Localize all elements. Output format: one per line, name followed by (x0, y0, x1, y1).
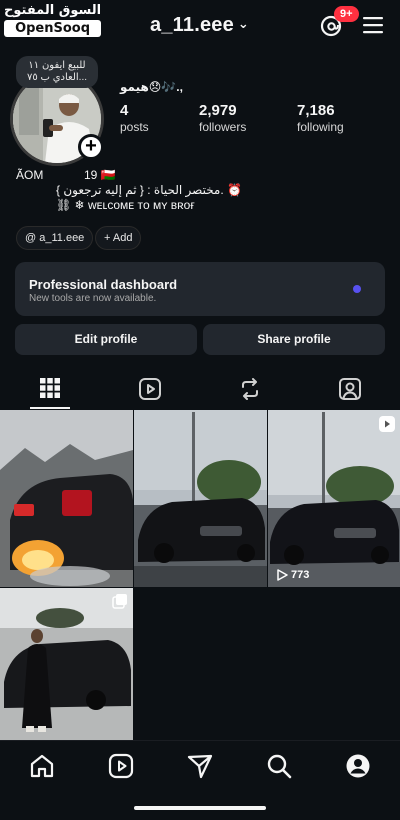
bio-line-2: مختصر الحياة : { ثم إليه ترجعون }. ⏰ (56, 183, 242, 197)
display-name: هيمو😞🎶., (120, 80, 183, 94)
bio-age: 19 🇴🇲 (84, 168, 116, 182)
account-switcher[interactable]: a_11.eee ⌄ (150, 14, 249, 37)
play-icon (277, 569, 288, 581)
dashboard-subtitle: New tools are now available. (29, 293, 157, 304)
post-image (134, 410, 267, 587)
stat-posts[interactable]: 4 posts (120, 102, 149, 134)
stat-value: 7,186 (297, 102, 335, 119)
stat-following[interactable]: 7,186 following (297, 102, 344, 134)
watermark-brand: OpenSooq (4, 20, 102, 37)
profile-tabs (0, 372, 400, 410)
professional-dashboard-card[interactable]: Professional dashboard New tools are now… (15, 262, 385, 316)
home-indicator (134, 806, 266, 810)
opensooq-watermark: السوق المفتوح OpenSooq (4, 3, 102, 37)
chip-label: Add (112, 232, 133, 244)
view-count: 773 (276, 569, 309, 581)
share-profile-button[interactable]: Share profile (203, 324, 385, 355)
send-icon[interactable] (187, 753, 213, 779)
chevron-down-icon: ⌄ (237, 16, 250, 31)
reel-indicator-icon (379, 416, 395, 432)
post-image (0, 410, 133, 587)
active-tab-indicator (30, 407, 70, 409)
stat-value: 2,979 (199, 102, 237, 119)
dashboard-title: Professional dashboard (29, 277, 178, 292)
watermark-arabic: السوق المفتوح (4, 3, 102, 18)
profile-note[interactable]: للبيع ايفون ١١ العادي ب ٧٥... (16, 56, 98, 88)
new-indicator-dot (353, 285, 361, 293)
reels-icon (139, 378, 161, 400)
threads-icon: @ (25, 232, 37, 244)
stat-value: 4 (120, 102, 129, 119)
post-thumbnail[interactable] (0, 588, 133, 740)
chip-label: a_11.eee (39, 232, 85, 244)
carousel-indicator-icon (112, 594, 127, 609)
add-story-button[interactable]: + (78, 134, 104, 160)
add-link-chip[interactable]: + Add (95, 226, 142, 250)
stat-label: followers (199, 120, 247, 134)
username-label: a_11.eee (150, 14, 234, 36)
tab-grid[interactable] (0, 372, 100, 410)
bottom-navigation (0, 740, 400, 790)
tagged-icon (339, 378, 361, 400)
edit-profile-button[interactable]: Edit profile (15, 324, 197, 355)
reels-icon[interactable] (108, 753, 134, 779)
stat-followers[interactable]: 2,979 followers (199, 102, 246, 134)
view-count-value: 773 (291, 569, 310, 581)
post-image (268, 410, 400, 587)
tab-reposts[interactable] (200, 372, 300, 410)
post-thumbnail[interactable] (134, 410, 267, 587)
tab-reels[interactable] (100, 372, 200, 410)
search-icon[interactable] (266, 753, 292, 779)
profile-icon[interactable] (345, 753, 371, 779)
notification-badge: 9+ (334, 6, 359, 22)
tab-tagged[interactable] (300, 372, 400, 410)
threads-profile-chip[interactable]: @ a_11.eee (16, 226, 94, 250)
post-image (0, 588, 133, 740)
stat-label: following (297, 120, 344, 134)
post-thumbnail[interactable] (0, 410, 133, 587)
bio-country: ÃOM (16, 168, 44, 182)
menu-icon[interactable] (362, 15, 384, 35)
home-icon[interactable] (29, 753, 55, 779)
grid-icon (40, 378, 60, 398)
bio-line-3: ⛓ ❄ ᴡᴇʟᴄᴏᴍᴇ ᴛᴏ ᴍʏ ʙʀᴏғ (56, 198, 195, 212)
stat-label: posts (120, 120, 149, 134)
repost-icon (242, 378, 258, 400)
plus-icon: + (104, 232, 111, 244)
post-thumbnail[interactable]: 773 (268, 410, 400, 587)
